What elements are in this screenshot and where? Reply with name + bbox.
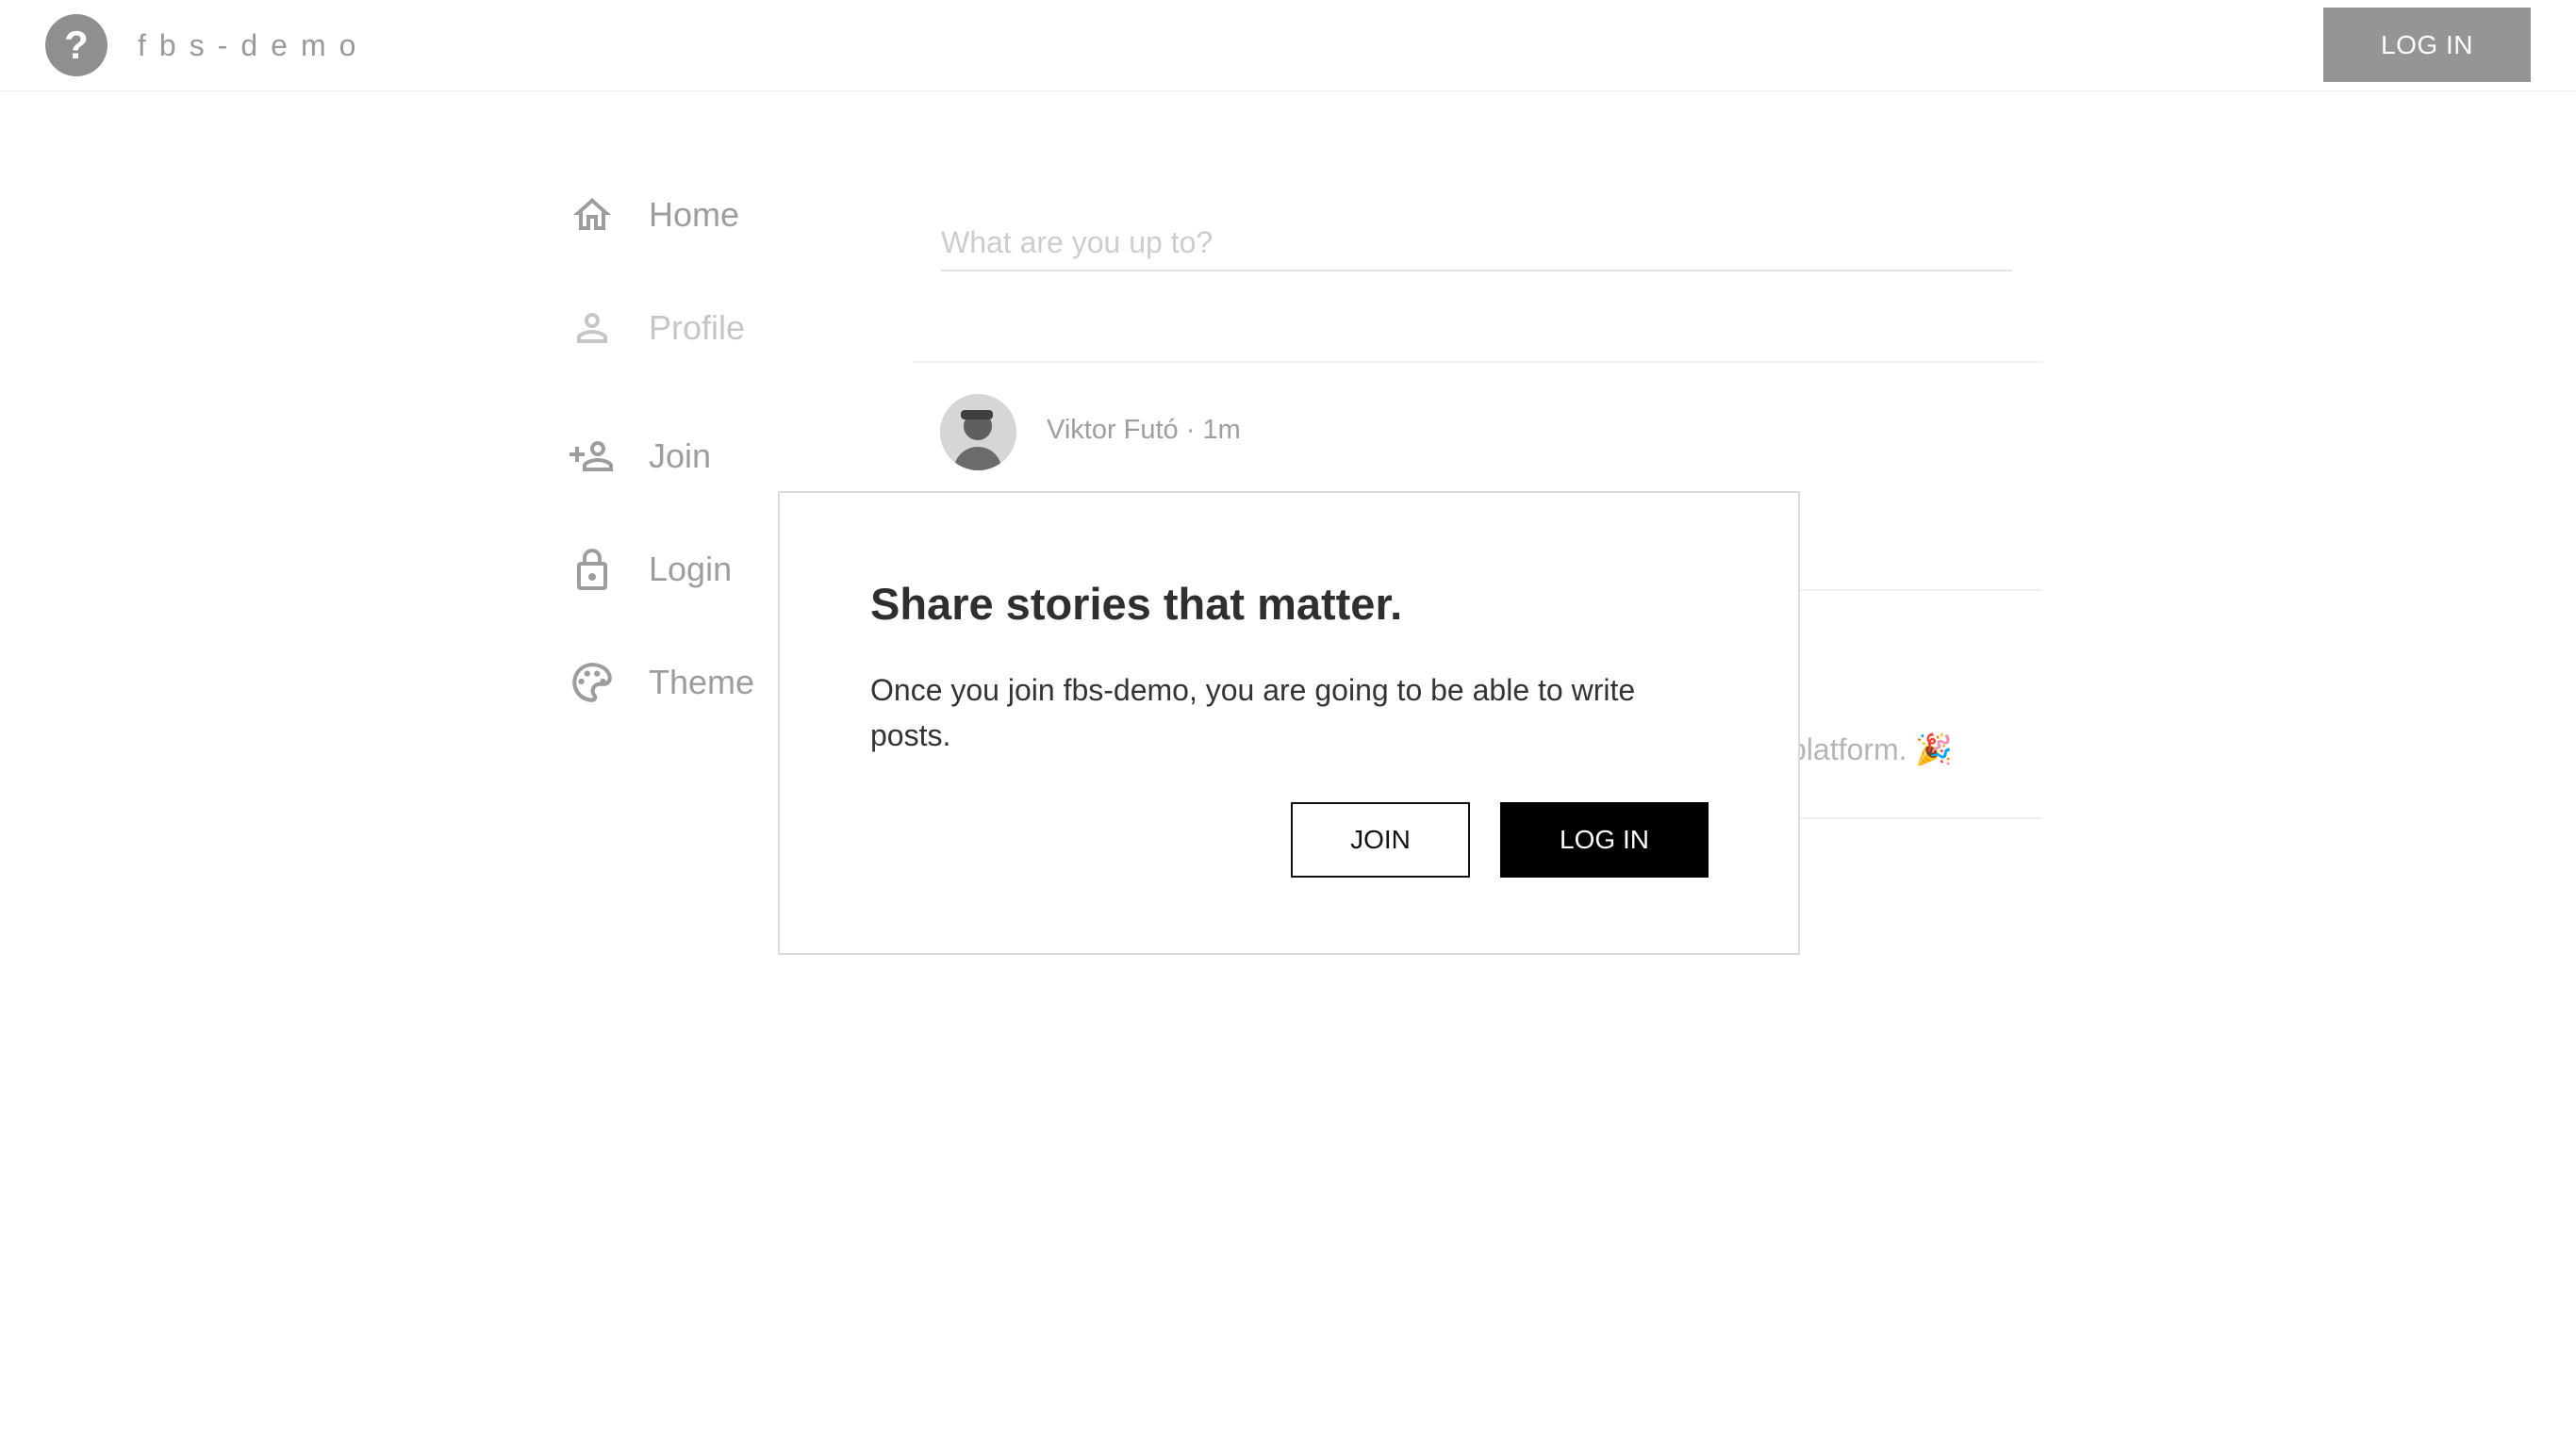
sidebar-item-home[interactable]: Home [564,182,809,248]
feed-divider [913,361,2042,363]
join-prompt-dialog: Share stories that matter. Once you join… [778,491,1800,955]
post-author-meta: Viktor Futó · 1m [1047,415,1241,445]
join-button[interactable]: JOIN [1291,802,1470,878]
sidebar-item-label: Theme [649,663,755,701]
home-icon [564,187,620,243]
sidebar-item-profile[interactable]: Profile [564,295,809,361]
post-composer-input[interactable] [941,215,2012,271]
question-circle-icon[interactable]: ? [45,14,107,76]
person-icon [564,300,620,356]
palette-icon [564,654,620,711]
lock-icon [564,541,620,598]
sidebar-item-login[interactable]: Login [564,536,809,602]
sidebar-item-label: Login [649,550,733,588]
sidebar-item-label: Join [649,436,712,475]
dialog-title: Share stories that matter. [870,579,1403,629]
login-button[interactable]: LOG IN [1500,802,1709,878]
person-add-icon [564,428,620,485]
avatar[interactable] [940,394,1016,470]
post-text: platform. 🎉 [1790,732,1954,766]
header-login-button[interactable]: LOG IN [2323,8,2531,82]
sidebar-item-label: Profile [649,308,746,347]
sidebar-item-label: Home [649,195,740,234]
dialog-message: Once you join fbs-demo, you are going to… [870,673,1636,752]
top-bar: ? fbs-demo LOG IN [0,0,2576,91]
sidebar-item-theme[interactable]: Theme [564,649,809,715]
sidebar-item-join[interactable]: Join [564,423,809,489]
brand-name[interactable]: fbs-demo [138,25,369,66]
svg-text:?: ? [64,23,89,67]
